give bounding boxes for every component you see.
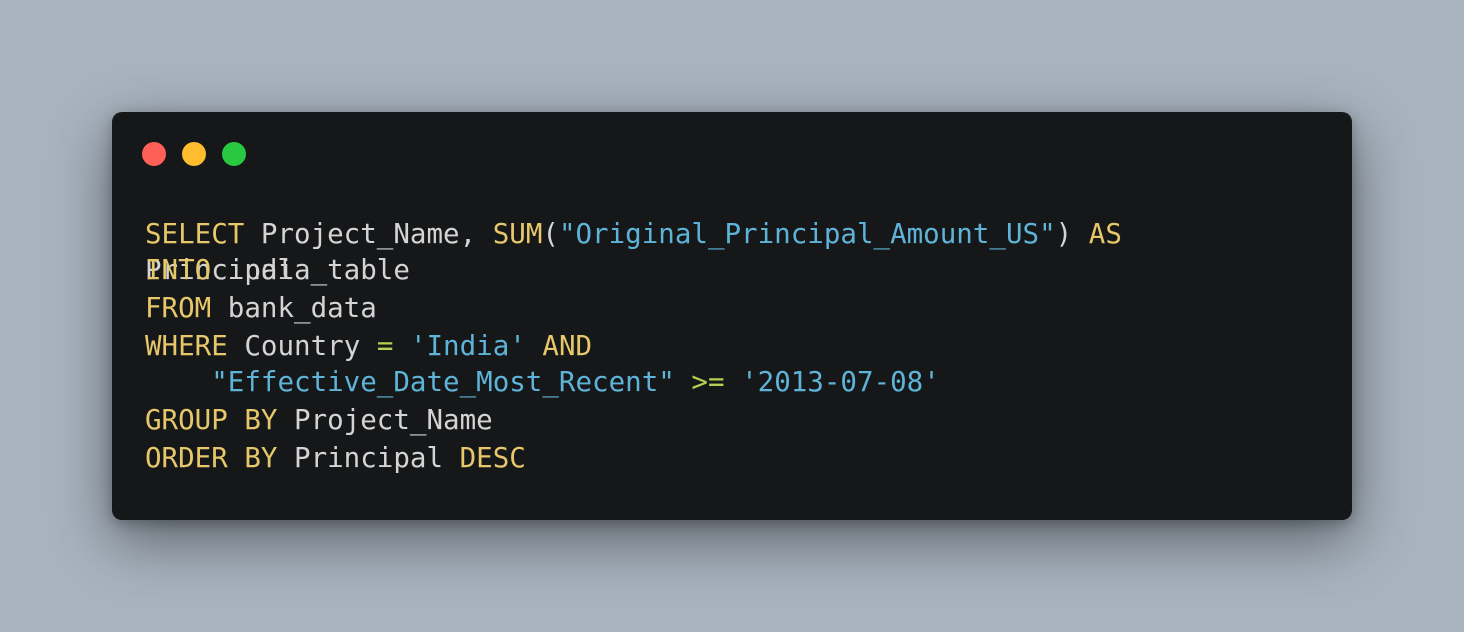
code-token-string: "Original_Principal_Amount_US" bbox=[558, 218, 1056, 250]
code-line: FROM bank_data bbox=[145, 289, 377, 327]
code-token-identifier: Project_Name bbox=[277, 404, 493, 436]
code-token-identifier: bank_data bbox=[211, 292, 377, 324]
code-token-keyword: DESC bbox=[459, 442, 526, 474]
code-token-keyword: INTO bbox=[145, 254, 212, 286]
code-line: INTO india_table bbox=[145, 251, 410, 289]
code-token-string: '2013-07-08' bbox=[741, 366, 940, 398]
code-token-keyword: SUM bbox=[492, 218, 543, 250]
code-token-identifier bbox=[675, 366, 692, 398]
code-token-operator: = bbox=[376, 330, 394, 362]
minimize-dot-icon[interactable] bbox=[182, 142, 206, 166]
code-line: ORDER BY Principal DESC bbox=[145, 439, 526, 477]
code-token-identifier: Project_Name, bbox=[244, 218, 493, 250]
code-token-identifier: ) bbox=[1055, 218, 1089, 250]
code-token-keyword: AND bbox=[542, 330, 593, 362]
code-token-keyword: AS bbox=[1088, 218, 1122, 250]
code-token-identifier: Principal bbox=[277, 442, 460, 474]
code-token-identifier: Country bbox=[227, 330, 377, 362]
code-token-identifier bbox=[145, 366, 211, 398]
code-token-string: 'India' bbox=[409, 330, 526, 362]
code-token-identifier: india_table bbox=[211, 254, 410, 286]
code-token-string: "Effective_Date_Most_Recent" bbox=[211, 366, 675, 398]
code-token-operator: >= bbox=[691, 366, 725, 398]
code-window: SELECT Project_Name, SUM("Original_Princ… bbox=[112, 112, 1352, 520]
code-line: GROUP BY Project_Name bbox=[145, 401, 493, 439]
code-line: WHERE Country = 'India' AND bbox=[145, 327, 592, 365]
code-line: SELECT Project_Name, SUM("Original_Princ… bbox=[145, 215, 1122, 253]
code-token-identifier bbox=[526, 330, 543, 362]
code-token-identifier bbox=[725, 366, 742, 398]
code-token-identifier bbox=[393, 330, 410, 362]
code-token-keyword: FROM bbox=[145, 292, 212, 324]
code-token-keyword: WHERE bbox=[145, 330, 228, 362]
code-token-keyword: SELECT bbox=[145, 218, 245, 250]
close-dot-icon[interactable] bbox=[142, 142, 166, 166]
code-token-keyword: ORDER BY bbox=[145, 442, 278, 474]
code-line: "Effective_Date_Most_Recent" >= '2013-07… bbox=[145, 363, 940, 401]
code-token-identifier: ( bbox=[542, 218, 559, 250]
code-token-keyword: GROUP BY bbox=[145, 404, 278, 436]
maximize-dot-icon[interactable] bbox=[222, 142, 246, 166]
